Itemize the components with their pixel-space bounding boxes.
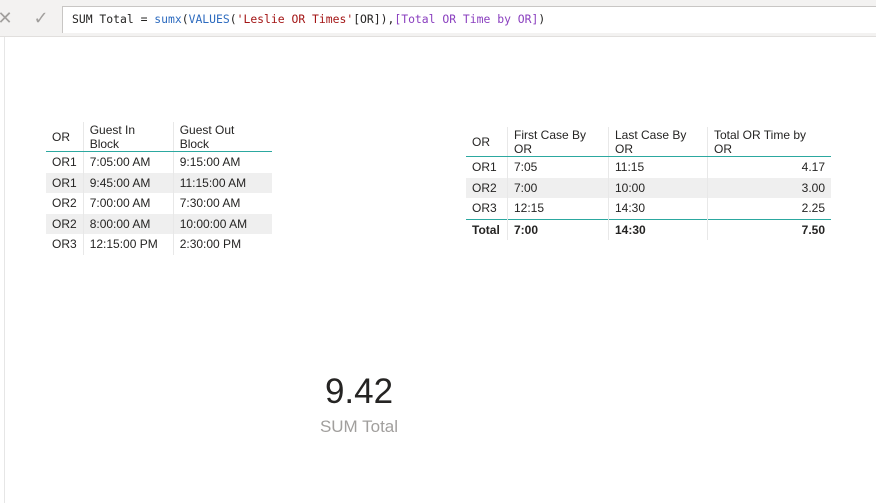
table-cell: 14:30 — [608, 198, 708, 219]
table-row: OR2 8:00:00 AM 10:00:00 AM — [46, 213, 272, 234]
table-cell: 8:00:00 AM — [82, 213, 174, 234]
table-cell: OR2 — [466, 177, 508, 198]
column-header-or[interactable]: OR — [46, 122, 84, 152]
table-cell: 7:05:00 AM — [82, 151, 174, 173]
table-cell: OR1 — [472, 160, 497, 175]
canvas-left-border — [4, 37, 5, 503]
formula-token: ( — [181, 12, 189, 26]
table-row: OR1 7:05 11:15 4.17 — [466, 156, 831, 178]
table-cell: 10:00:00 AM — [172, 213, 272, 234]
table-row: OR2 7:00:00 AM 7:30:00 AM — [46, 193, 272, 214]
table-cell: 11:15 — [608, 156, 708, 178]
table-cell: 3.00 — [707, 177, 831, 198]
formula-token: sumx — [154, 12, 182, 26]
table-cell: OR3 — [472, 201, 497, 216]
column-header-last-case[interactable]: Last Case By OR — [608, 127, 708, 157]
table-total-row: Total 7:00 14:30 7.50 — [466, 218, 831, 240]
report-canvas: OR Guest In Block Guest Out Block OR1 7:… — [0, 37, 876, 503]
table-cell: 7:30:00 AM — [172, 193, 272, 214]
formula-token: [Total OR Time by OR] — [394, 12, 539, 26]
table-row: OR3 12:15 14:30 2.25 — [466, 198, 831, 219]
table-cell: OR3 — [52, 237, 77, 252]
card-label: SUM Total — [319, 417, 399, 436]
card-value: 9.42 — [324, 372, 394, 411]
table-row: OR3 12:15:00 PM 2:30:00 PM — [46, 234, 272, 255]
table-cell: 12:15:00 PM — [82, 234, 174, 255]
table-cell: OR1 — [46, 172, 84, 193]
table-header-row: OR First Case By OR Last Case By OR Tota… — [466, 127, 831, 157]
table-row: OR1 9:45:00 AM 11:15:00 AM — [46, 172, 272, 193]
table-row: OR1 7:05:00 AM 9:15:00 AM — [46, 151, 272, 173]
column-header-guest-in-block[interactable]: Guest In Block — [82, 122, 174, 152]
total-cell: 7:00 — [507, 218, 609, 240]
table-cell: 7:00:00 AM — [82, 193, 174, 214]
table-cell: OR1 — [52, 155, 77, 170]
formula-token: 'Leslie OR Times' — [236, 12, 354, 26]
formula-token: ) — [538, 12, 546, 26]
table-cell: 7:00 — [507, 177, 609, 198]
formula-token: ( — [229, 12, 237, 26]
guest-block-table: OR Guest In Block Guest Out Block OR1 7:… — [46, 122, 272, 255]
table-cell: 4.17 — [707, 156, 831, 178]
total-cell: 14:30 — [608, 218, 708, 240]
column-header-guest-out-block[interactable]: Guest Out Block — [172, 122, 272, 152]
total-cell: Total — [466, 218, 508, 240]
table-cell: 12:15 — [507, 198, 609, 219]
close-icon[interactable]: ✕ — [0, 6, 16, 30]
table-cell: 2.25 — [707, 198, 831, 219]
formula-token: VALUES — [188, 12, 230, 26]
table-cell: 7:05 — [507, 156, 609, 178]
formula-bar: ✕ ✓ SUM Total = sumx(VALUES('Leslie OR T… — [0, 0, 876, 37]
table-cell: 9:45:00 AM — [82, 172, 174, 193]
column-header-first-case[interactable]: First Case By OR — [507, 127, 609, 157]
table-row: OR2 7:00 10:00 3.00 — [466, 177, 831, 198]
formula-token: SUM Total = — [72, 12, 155, 26]
check-icon[interactable]: ✓ — [30, 6, 52, 30]
column-header-total-or-time[interactable]: Total OR Time by OR — [707, 127, 831, 157]
table-header-row: OR Guest In Block Guest Out Block — [46, 122, 272, 152]
total-cell: 7.50 — [707, 218, 831, 240]
formula-input[interactable]: SUM Total = sumx(VALUES('Leslie OR Times… — [62, 6, 876, 33]
formula-token: ), — [380, 12, 395, 26]
column-header-or[interactable]: OR — [466, 127, 508, 157]
table-cell: 2:30:00 PM — [172, 234, 272, 255]
sum-total-card[interactable]: 9.42 SUM Total — [280, 370, 438, 438]
table-cell: 10:00 — [608, 177, 708, 198]
or-summary-table: OR First Case By OR Last Case By OR Tota… — [466, 127, 831, 240]
table-cell: OR2 — [52, 196, 77, 211]
table-cell: OR2 — [46, 213, 84, 234]
table-cell: 11:15:00 AM — [172, 172, 272, 193]
formula-token: [OR] — [353, 12, 381, 26]
table-cell: 9:15:00 AM — [172, 151, 272, 173]
